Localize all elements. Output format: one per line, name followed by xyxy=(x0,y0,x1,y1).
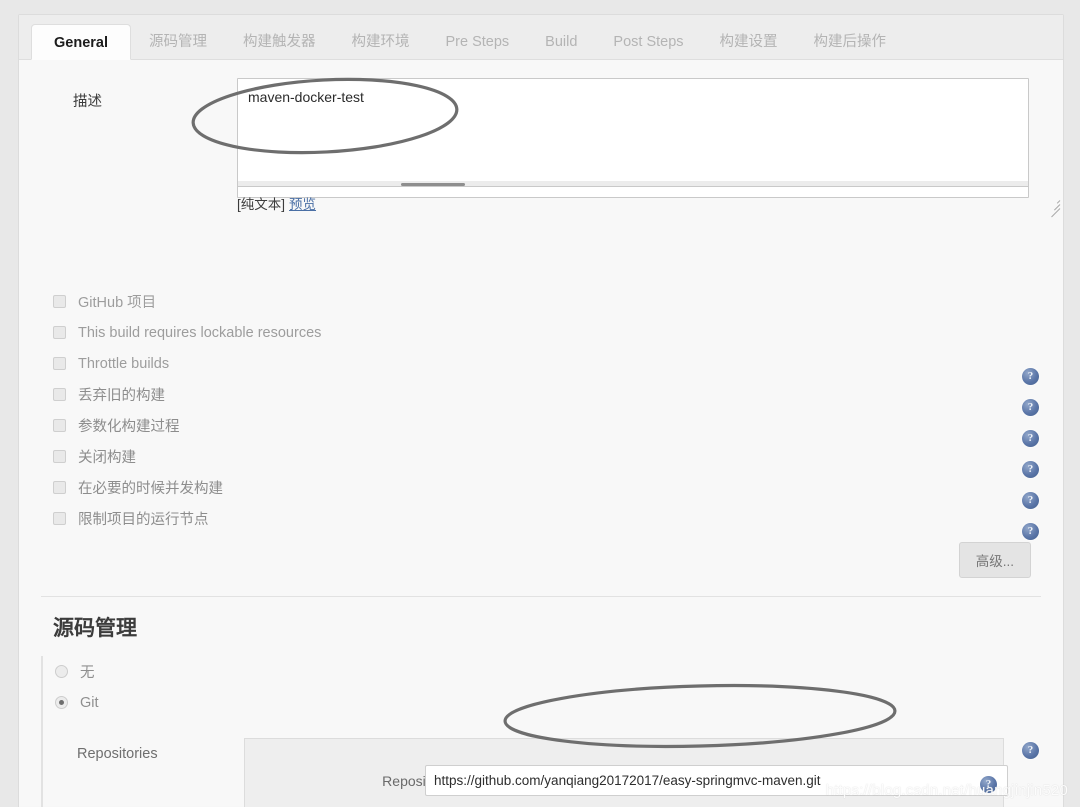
section-divider xyxy=(41,596,1041,597)
help-icon-throttle-builds[interactable]: ? xyxy=(1022,368,1039,385)
option-disable-build[interactable]: 关闭构建 xyxy=(41,441,1041,472)
description-footer: [纯文本] 预览 xyxy=(237,193,316,213)
scm-option-git[interactable]: Git xyxy=(43,687,1041,718)
advanced-button[interactable]: 高级... xyxy=(958,542,1031,578)
checkbox-restrict-node[interactable] xyxy=(53,512,66,525)
option-concurrent-builds[interactable]: 在必要的时候并发构建 xyxy=(41,472,1041,503)
tab-general[interactable]: General xyxy=(31,24,131,60)
config-form-body: 描述 [纯文本]预览 GitHub 项目 xyxy=(19,60,1063,807)
job-config-panel: General 源码管理 构建触发器 构建环境 Pre Steps Build … xyxy=(18,14,1064,807)
tab-pre-steps[interactable]: Pre Steps xyxy=(428,24,528,60)
checkbox-concurrent-builds[interactable] xyxy=(53,481,66,494)
option-label: 参数化构建过程 xyxy=(78,419,180,435)
general-options-list: GitHub 项目 This build requires lockable r… xyxy=(41,286,1041,534)
tab-build-environment[interactable]: 构建环境 xyxy=(334,24,428,60)
checkbox-disable-build[interactable] xyxy=(53,450,66,463)
description-row: 描述 xyxy=(19,78,1063,218)
radio-scm-git[interactable] xyxy=(55,696,68,709)
radio-scm-none[interactable] xyxy=(55,665,68,678)
scm-section-title: 源码管理 xyxy=(53,617,137,640)
tab-post-steps[interactable]: Post Steps xyxy=(595,24,701,60)
description-label: 描述 xyxy=(73,94,102,110)
checkbox-parameterized-build[interactable] xyxy=(53,419,66,432)
textarea-bottom-bar xyxy=(237,181,1029,187)
option-label: 关闭构建 xyxy=(78,450,136,466)
tab-scm[interactable]: 源码管理 xyxy=(131,24,225,60)
option-label: Throttle builds xyxy=(78,355,170,372)
help-icon-disable-build[interactable]: ? xyxy=(1022,461,1039,478)
help-icon-restrict-node[interactable]: ? xyxy=(1022,523,1039,540)
textarea-drag-handle[interactable] xyxy=(401,183,465,186)
option-throttle-builds[interactable]: Throttle builds xyxy=(41,348,1041,379)
help-icon-parameterized-build[interactable]: ? xyxy=(1022,430,1039,447)
tab-build[interactable]: Build xyxy=(527,24,595,60)
scm-option-none[interactable]: 无 xyxy=(43,656,1041,687)
option-discard-old-builds[interactable]: 丢弃旧的构建 xyxy=(41,379,1041,410)
option-label: GitHub 项目 xyxy=(78,295,157,311)
scm-option-label: 无 xyxy=(80,665,95,681)
scm-option-label: Git xyxy=(80,694,99,711)
option-label: 丢弃旧的构建 xyxy=(78,388,165,404)
checkbox-throttle-builds[interactable] xyxy=(53,357,66,370)
tab-build-settings[interactable]: 构建设置 xyxy=(702,24,796,60)
help-icon-discard-old-builds[interactable]: ? xyxy=(1022,399,1039,416)
checkbox-lockable-resources[interactable] xyxy=(53,326,66,339)
tab-build-triggers[interactable]: 构建触发器 xyxy=(225,24,334,60)
preview-link[interactable]: 预览 xyxy=(289,197,316,212)
repositories-label: Repositories xyxy=(77,746,158,762)
option-parameterized-build[interactable]: 参数化构建过程 xyxy=(41,410,1041,441)
help-icon-repositories[interactable]: ? xyxy=(1022,742,1039,759)
option-github-project[interactable]: GitHub 项目 xyxy=(41,286,1041,317)
option-lockable-resources[interactable]: This build requires lockable resources xyxy=(41,317,1041,348)
textarea-resize-grip[interactable] xyxy=(1047,197,1061,218)
screenshot-root: General 源码管理 构建触发器 构建环境 Pre Steps Build … xyxy=(0,0,1080,807)
tab-post-build-actions[interactable]: 构建后操作 xyxy=(796,24,905,60)
help-icon-concurrent-builds[interactable]: ? xyxy=(1022,492,1039,509)
option-label: 在必要的时候并发构建 xyxy=(78,481,223,497)
option-label: This build requires lockable resources xyxy=(78,324,322,341)
option-restrict-node[interactable]: 限制项目的运行节点 xyxy=(41,503,1041,534)
config-tab-bar: General 源码管理 构建触发器 构建环境 Pre Steps Build … xyxy=(19,15,1063,60)
option-label: 限制项目的运行节点 xyxy=(78,512,209,528)
plain-text-label: [纯文本] xyxy=(237,197,286,212)
checkbox-discard-old-builds[interactable] xyxy=(53,388,66,401)
description-input[interactable] xyxy=(237,78,1029,198)
checkbox-github-project[interactable] xyxy=(53,295,66,308)
watermark: https://blog.csdn.net/huangjinjin520 xyxy=(825,782,1068,799)
